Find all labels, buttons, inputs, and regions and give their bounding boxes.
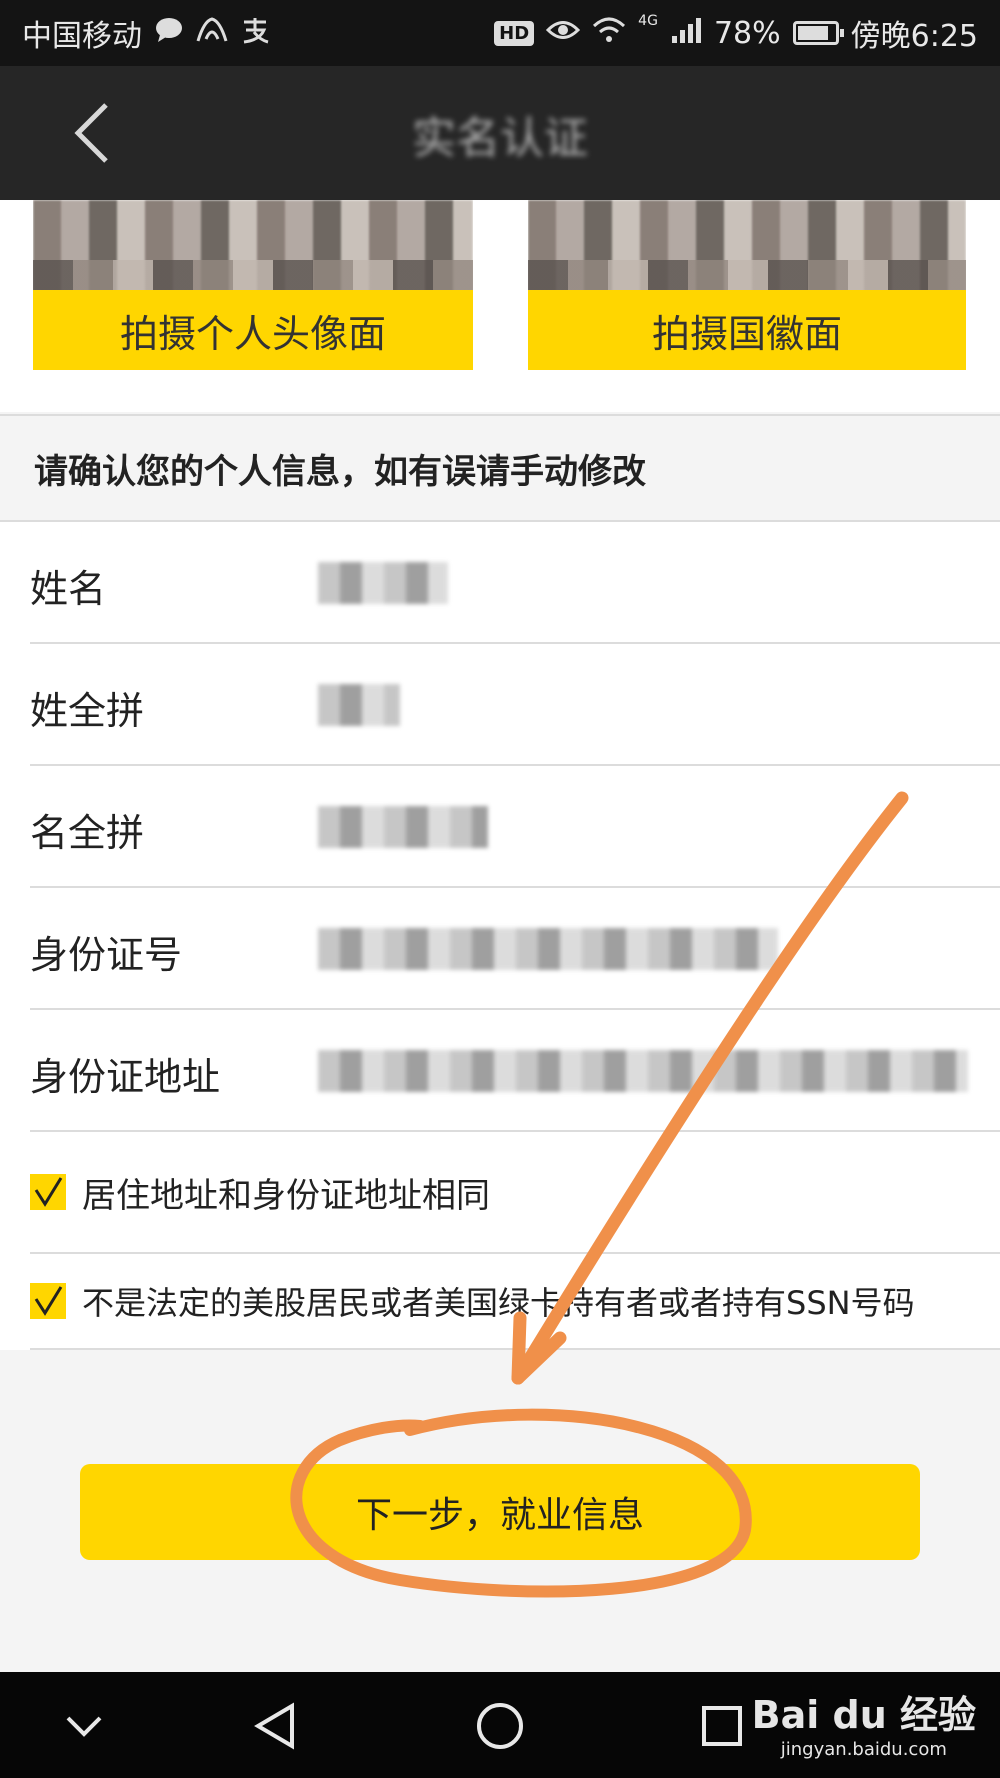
battery-icon xyxy=(792,21,844,45)
same-address-label: 居住地址和身份证地址相同 xyxy=(82,1175,490,1216)
triangle-back-icon xyxy=(254,1702,294,1750)
field-given-pinyin-value-redacted[interactable] xyxy=(318,806,488,848)
eye-icon xyxy=(546,17,581,50)
wifi-icon xyxy=(592,16,626,51)
checkmark-icon xyxy=(34,1286,63,1316)
field-surname-pinyin-value-redacted[interactable] xyxy=(318,684,400,726)
not-us-person-checkbox[interactable] xyxy=(30,1283,66,1319)
capture-back-button[interactable]: 拍摄国徽面 xyxy=(528,290,966,370)
nav-back-button[interactable] xyxy=(244,1694,308,1758)
peacock-icon xyxy=(196,16,228,50)
field-name-value-redacted[interactable] xyxy=(318,562,448,604)
status-bar: 中国移动 HD 4G 78% 傍晚6:25 xyxy=(0,0,1000,66)
field-id-number-row[interactable]: 身份证号 xyxy=(30,888,1000,1010)
same-address-checkbox[interactable] xyxy=(30,1174,66,1210)
chevron-down-icon xyxy=(66,1716,102,1737)
title-bar: 实名认证 xyxy=(0,66,1000,200)
field-name-label: 姓名 xyxy=(30,567,107,611)
field-id-address-label: 身份证地址 xyxy=(30,1055,221,1099)
field-given-pinyin-row[interactable]: 名全拼 xyxy=(30,766,1000,888)
status-right: HD 4G 78% 傍晚6:25 xyxy=(494,11,978,55)
watermark-site: jingyan.baidu.com xyxy=(780,1739,947,1760)
section-title: 请确认您的个人信息，如有误请手动修改 xyxy=(0,414,1000,522)
system-nav-bar: Bai du 经验 jingyan.baidu.com xyxy=(0,1672,1000,1778)
field-surname-pinyin-label: 姓全拼 xyxy=(30,689,145,733)
capture-front-button[interactable]: 拍摄个人头像面 xyxy=(33,290,473,370)
baidu-jingyan-watermark: Bai du 经验 jingyan.baidu.com xyxy=(752,1684,976,1760)
personal-info-form: 姓名 姓全拼 名全拼 身份证号 身份证地址 居住地址和身份证地址相同 不是法定的… xyxy=(0,522,1000,1350)
field-id-address-row[interactable]: 身份证地址 xyxy=(30,1010,1000,1132)
nav-recents-button[interactable] xyxy=(690,1694,754,1758)
same-address-check-row[interactable]: 居住地址和身份证地址相同 xyxy=(30,1132,1000,1254)
battery-percent: 78% xyxy=(713,15,781,51)
field-name-row[interactable]: 姓名 xyxy=(30,522,1000,644)
field-id-number-label: 身份证号 xyxy=(30,933,183,977)
network-type: 4G xyxy=(638,13,658,29)
circle-home-icon xyxy=(477,1703,523,1749)
id-front-card[interactable]: 拍摄个人头像面 xyxy=(33,200,473,370)
status-left: 中国移动 xyxy=(22,11,270,55)
alipay-icon xyxy=(240,16,270,51)
carrier-label: 中国移动 xyxy=(22,19,142,54)
nav-home-button[interactable] xyxy=(468,1694,532,1758)
id-photo-area: 拍摄个人头像面 拍摄国徽面 xyxy=(0,200,1000,412)
status-time: 傍晚6:25 xyxy=(850,19,978,54)
field-id-number-value-redacted[interactable] xyxy=(318,928,778,970)
id-back-card[interactable]: 拍摄国徽面 xyxy=(528,200,966,370)
field-surname-pinyin-row[interactable]: 姓全拼 xyxy=(30,644,1000,766)
next-employment-info-button[interactable]: 下一步，就业信息 xyxy=(80,1464,920,1560)
chat-icon xyxy=(154,17,184,50)
field-given-pinyin-label: 名全拼 xyxy=(30,811,145,855)
not-us-person-label: 不是法定的美股居民或者美国绿卡持有者或者持有SSN号码 xyxy=(82,1284,915,1322)
square-recents-icon xyxy=(702,1706,742,1746)
page-title: 实名认证 xyxy=(412,113,588,164)
field-id-address-value-redacted[interactable] xyxy=(318,1050,968,1092)
checkmark-icon xyxy=(34,1177,63,1207)
signal-icon xyxy=(670,16,702,51)
nav-hide-button[interactable] xyxy=(52,1694,116,1758)
watermark-logo: Bai du 经验 xyxy=(751,1693,976,1737)
hd-badge: HD xyxy=(494,20,535,46)
not-us-person-check-row[interactable]: 不是法定的美股居民或者美国绿卡持有者或者持有SSN号码 xyxy=(30,1254,1000,1350)
